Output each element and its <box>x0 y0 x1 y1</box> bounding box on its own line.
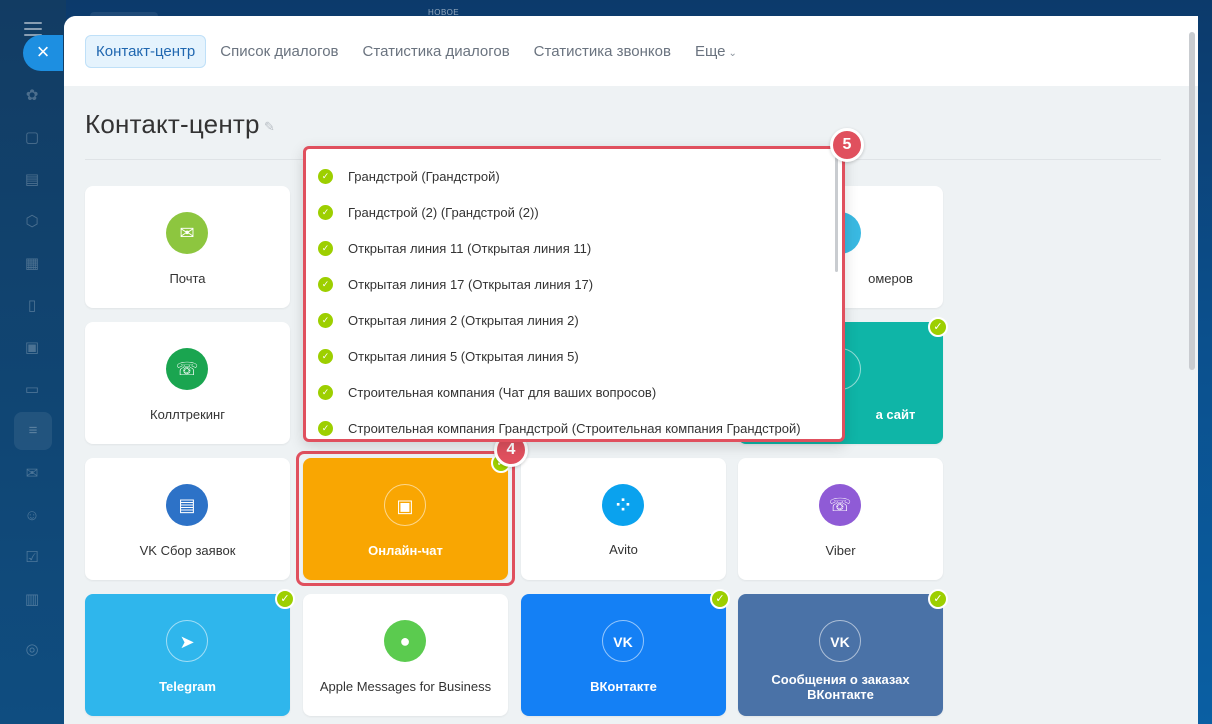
close-icon: × <box>36 39 50 64</box>
calltracking-icon: ☏ <box>166 348 208 390</box>
tab-more[interactable]: Еще ⌄ <box>695 43 737 60</box>
check-icon: ✓ <box>318 276 333 292</box>
dropdown-item-label: Открытая линия 5 (Открытая линия 5) <box>348 348 579 364</box>
page-title: Контакт-центр <box>85 109 260 139</box>
dropdown-item[interactable]: ✓ Открытая линия 17 (Открытая линия 17) <box>318 272 593 296</box>
mail-icon: ✉ <box>166 212 208 254</box>
tile-label: Viber <box>825 543 856 558</box>
contact-center-rail-icon[interactable]: ≡ <box>14 412 52 450</box>
tab-more-label: Еще <box>694 42 726 60</box>
check-icon: ✓ <box>318 384 333 400</box>
pin-icon[interactable]: ✎ <box>264 119 275 135</box>
tile-apple-messages[interactable]: ● Apple Messages for Business <box>303 594 508 716</box>
avito-icon: ⁘ <box>602 484 644 526</box>
tab-contact-center[interactable]: Контакт-центр <box>85 34 207 68</box>
settings-icon[interactable]: ◎ <box>22 640 42 660</box>
tile-label: Коллтрекинг <box>150 407 225 422</box>
left-rail: ✿ ▢ ▤ ⬡ ▦ ▯ ▣ ▭ ≡ ✉ ☺ ☑ ▥ ◎ <box>0 0 66 724</box>
viber-icon: ☏ <box>819 484 861 526</box>
tile-vk-leads[interactable]: ▤ VK Сбор заявок <box>85 458 290 580</box>
dropdown-item-label: Открытая линия 17 (Открытая линия 17) <box>348 276 594 292</box>
vk-orders-icon: VK <box>819 620 861 662</box>
tile-vk-orders[interactable]: VK Сообщения о заказах ВКонтакте <box>738 594 943 716</box>
automation-icon[interactable]: ▥ <box>22 590 42 610</box>
tile-viber[interactable]: ☏ Viber <box>738 458 943 580</box>
close-slider-button[interactable]: × <box>23 35 63 71</box>
check-icon: ✓ <box>318 312 333 328</box>
tile-mail[interactable]: ✉ Почта <box>85 186 290 308</box>
chat-rail-icon[interactable]: ▢ <box>22 128 42 148</box>
tile-calltracking[interactable]: ☏ Коллтрекинг <box>85 322 290 444</box>
vk-leads-icon: ▤ <box>166 484 208 526</box>
dropdown-item[interactable]: ✓ Открытая линия 5 (Открытая линия 5) <box>318 344 579 368</box>
dropdown-item[interactable]: ✓ Грандстрой (Грандстрой) <box>318 164 500 188</box>
mail-rail-icon[interactable]: ✉ <box>22 464 42 484</box>
tile-label: а сайт <box>875 407 916 422</box>
sites-icon[interactable]: ▣ <box>22 338 42 358</box>
connected-check-icon: ✓ <box>275 589 295 609</box>
tab-bar: Контакт-центр Список диалогов Статистика… <box>64 16 1198 86</box>
tile-label: Avito <box>609 542 638 557</box>
crm-icon[interactable]: ⬡ <box>22 212 42 232</box>
docs-icon[interactable]: ▯ <box>22 296 42 316</box>
dropdown-item[interactable]: ✓ Открытая линия 11 (Открытая линия 11) <box>318 236 591 260</box>
connected-check-icon: ✓ <box>928 317 948 337</box>
tile-label: омеров <box>868 271 913 286</box>
check-icon: ✓ <box>318 420 333 436</box>
tab-call-stats[interactable]: Статистика звонков <box>534 43 671 60</box>
check-icon: ✓ <box>318 204 333 220</box>
dropdown-item-label: Открытая линия 2 (Открытая линия 2) <box>348 312 579 328</box>
tile-label: Telegram <box>159 679 216 694</box>
check-icon: ✓ <box>318 348 333 364</box>
tab-dialog-stats[interactable]: Статистика диалогов <box>363 43 510 60</box>
dropdown-item[interactable]: ✓ Открытая линия 2 (Открытая линия 2) <box>318 308 579 332</box>
check-icon: ✓ <box>318 168 333 184</box>
dropdown-item-label: Строительная компания (Чат для ваших воп… <box>348 384 657 400</box>
connected-check-icon: ✓ <box>928 589 948 609</box>
step-badge-5: 5 <box>830 128 864 162</box>
feed-icon[interactable]: ✿ <box>22 86 42 106</box>
dropdown-scrollbar[interactable] <box>835 157 838 272</box>
tile-label: Сообщения о заказах ВКонтакте <box>771 672 910 702</box>
calendar-icon[interactable]: ▦ <box>22 254 42 274</box>
dropdown-item-label: Открытая линия 11 (Открытая линия 11) <box>348 240 592 256</box>
check-icon: ✓ <box>318 240 333 256</box>
tile-avito[interactable]: ⁘ Avito <box>521 458 726 580</box>
tile-label: Apple Messages for Business <box>319 679 492 694</box>
checklist-icon[interactable]: ☑ <box>22 548 42 568</box>
tab-dialog-list[interactable]: Список диалогов <box>220 43 338 60</box>
chevron-down-icon: ⌄ <box>728 47 737 59</box>
dropdown-item-label: Грандстрой (Грандстрой) <box>348 168 500 184</box>
dropdown-item[interactable]: ✓ Строительная компания (Чат для ваших во… <box>318 380 656 404</box>
tile-vkontakte[interactable]: VK ВКонтакте <box>521 594 726 716</box>
dropdown-item-label: Грандстрой (2) (Грандстрой (2)) <box>348 204 539 220</box>
telegram-icon: ➤ <box>166 620 208 662</box>
page-scrollbar[interactable] <box>1189 32 1195 370</box>
apple-messages-icon: ● <box>384 620 426 662</box>
tile-label: ВКонтакте <box>590 679 657 694</box>
connected-check-icon: ✓ <box>710 589 730 609</box>
tile-label: Почта <box>169 271 206 286</box>
highlight-frame <box>296 451 515 586</box>
vk-icon: VK <box>602 620 644 662</box>
tasks-icon[interactable]: ▤ <box>22 170 42 190</box>
menu-icon[interactable] <box>24 22 42 36</box>
tile-telegram[interactable]: ➤ Telegram <box>85 594 290 716</box>
dropdown-item[interactable]: ✓ Грандстрой (2) (Грандстрой (2)) <box>318 200 539 224</box>
dropdown-item-label: Строительная компания Грандстрой (Строит… <box>348 420 801 436</box>
open-lines-dropdown: ✓ Грандстрой (Грандстрой) ✓ Грандстрой (2)… <box>303 146 845 442</box>
tile-label: VK Сбор заявок <box>139 543 236 558</box>
store-icon[interactable]: ▭ <box>22 380 42 400</box>
dropdown-item[interactable]: ✓ Строительная компания Грандстрой (Строи… <box>318 416 801 440</box>
employees-icon[interactable]: ☺ <box>22 506 42 526</box>
